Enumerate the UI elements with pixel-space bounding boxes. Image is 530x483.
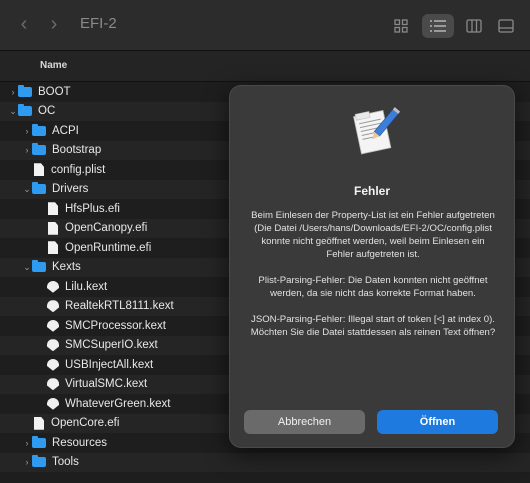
folder-icon [18, 104, 32, 117]
list-item-label: Resources [52, 436, 107, 449]
folder-icon [32, 455, 46, 468]
file-icon [48, 241, 58, 255]
disclosure-closed-icon[interactable]: › [22, 457, 32, 467]
document-pen-icon [345, 103, 401, 159]
disclosure-open-icon[interactable]: ⌄ [8, 106, 18, 117]
forward-button[interactable]: › [44, 14, 64, 34]
icon-view-icon[interactable] [391, 14, 411, 38]
kext-icon [47, 280, 59, 293]
folder-icon [32, 123, 46, 136]
disclosure-closed-icon[interactable]: › [22, 126, 32, 136]
dialog-message: Beim Einlesen der Property-List ist ein … [250, 210, 496, 338]
error-dialog: Fehler Beim Einlesen der Property-List i… [229, 85, 515, 448]
kext-icon [47, 378, 59, 391]
list-view-icon[interactable] [422, 14, 454, 38]
list-item-label: RealtekRTL8111.kext [65, 300, 174, 313]
cancel-button[interactable]: Abbrechen [244, 410, 365, 434]
open-button[interactable]: Öffnen [377, 410, 498, 434]
window-title: EFI-2 [80, 15, 117, 32]
toolbar: ‹ › EFI-2 [0, 0, 530, 51]
name-column-header[interactable]: Name [40, 60, 67, 71]
kext-icon [47, 319, 59, 332]
disclosure-closed-icon[interactable]: › [22, 145, 32, 155]
list-item-label: WhateverGreen.kext [65, 397, 171, 410]
list-item-label: VirtualSMC.kext [65, 378, 148, 391]
file-icon [34, 163, 44, 177]
folder-icon [32, 182, 46, 195]
list-item-label: SMCProcessor.kext [65, 319, 166, 332]
list-item-label: OpenRuntime.efi [65, 241, 152, 254]
file-icon [48, 202, 58, 216]
list-item-label: Drivers [52, 183, 89, 196]
kext-icon [47, 358, 59, 371]
file-icon [34, 416, 44, 430]
list-item-label: OpenCore.efi [51, 417, 120, 430]
finder-window: ‹ › EFI-2 Name › BOOT ⌄ OC › ACPI › Bootstrap co… [0, 0, 530, 483]
file-icon [48, 221, 58, 235]
column-view-icon[interactable] [463, 14, 485, 38]
kext-icon [47, 397, 59, 410]
column-header: Name [0, 51, 530, 82]
list-item-label: HfsPlus.efi [65, 202, 120, 215]
disclosure-closed-icon[interactable]: › [8, 87, 18, 97]
list-item-label: ACPI [52, 124, 79, 137]
kext-icon [47, 300, 59, 313]
dialog-title: Fehler [353, 184, 390, 198]
folder-icon [32, 260, 46, 273]
gallery-view-icon[interactable] [495, 14, 517, 38]
list-item-label: Bootstrap [52, 144, 102, 157]
list-item-label: config.plist [51, 163, 106, 176]
list-item-label: SMCSuperIO.kext [65, 339, 158, 352]
list-item-label: Kexts [52, 261, 81, 274]
list-item-label: USBInjectAll.kext [65, 358, 154, 371]
list-item-label: Tools [52, 456, 79, 469]
list-item-label: OC [38, 105, 56, 118]
list-item-label: BOOT [38, 85, 71, 98]
disclosure-open-icon[interactable]: ⌄ [22, 262, 32, 273]
kext-icon [47, 339, 59, 352]
folder-icon [18, 84, 32, 97]
folder-icon [32, 143, 46, 156]
back-button[interactable]: ‹ [14, 14, 34, 34]
disclosure-open-icon[interactable]: ⌄ [22, 184, 32, 195]
list-item[interactable]: › Tools [0, 452, 530, 472]
list-item-label: Lilu.kext [65, 280, 108, 293]
list-item-label: OpenCanopy.efi [65, 222, 148, 235]
disclosure-closed-icon[interactable]: › [22, 438, 32, 448]
folder-icon [32, 435, 46, 448]
